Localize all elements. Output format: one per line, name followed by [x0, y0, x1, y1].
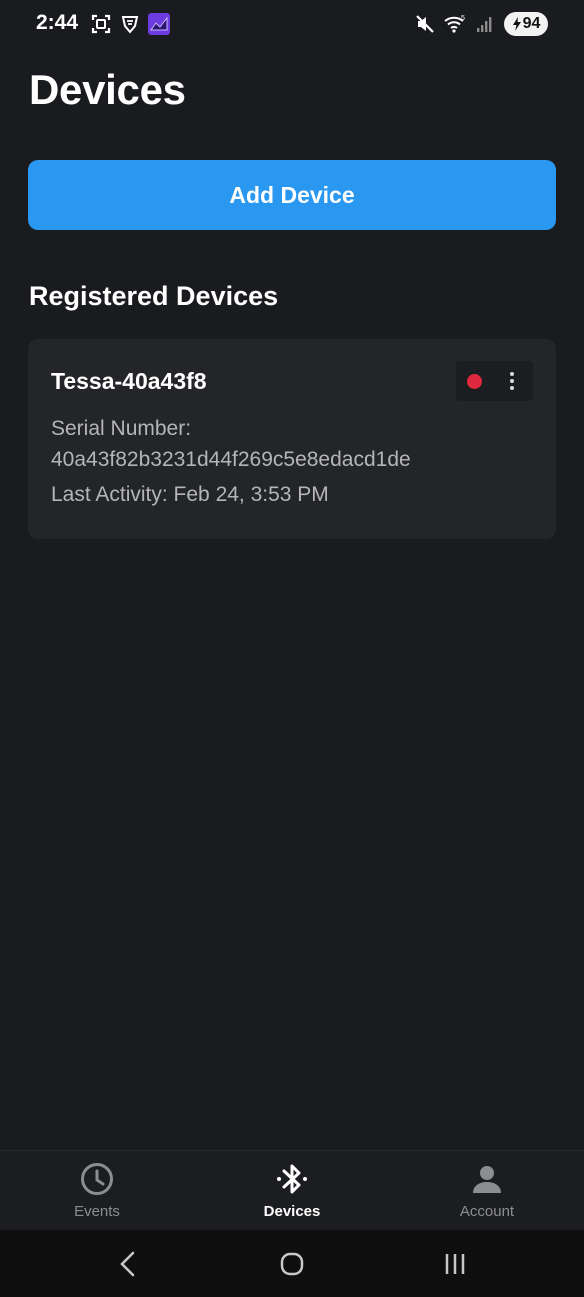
status-right-icons: 5 94	[414, 12, 548, 36]
recents-icon[interactable]	[435, 1248, 475, 1280]
battery-charging-icon	[512, 17, 521, 31]
battery-level: 94	[522, 15, 541, 32]
wifi-icon: 5	[444, 13, 466, 35]
device-card-actions	[456, 361, 533, 401]
battery-indicator: 94	[504, 12, 548, 36]
nav-item-account[interactable]: Account	[390, 1151, 584, 1231]
nav-label-account: Account	[459, 1203, 515, 1220]
nav-label-devices: Devices	[263, 1203, 321, 1220]
registered-devices-heading: Registered Devices	[29, 281, 279, 311]
status-time: 2:44	[36, 11, 79, 34]
bluetooth-icon	[274, 1161, 310, 1197]
device-card[interactable]: Tessa-40a43f8 Serial Number: 40a43f82b32…	[28, 339, 556, 539]
serial-number-label: Serial Number:	[51, 417, 192, 440]
home-icon[interactable]	[272, 1248, 312, 1280]
status-left-icons	[90, 13, 170, 35]
clock-icon	[79, 1161, 115, 1197]
app-chart-icon	[148, 13, 170, 35]
last-activity: Last Activity: Feb 24, 3:53 PM	[51, 483, 329, 506]
svg-text:5: 5	[461, 15, 465, 22]
more-options-icon[interactable]	[503, 369, 521, 393]
page-title: Devices	[29, 66, 186, 113]
screenshot-icon	[90, 13, 112, 35]
nav-label-events: Events	[74, 1203, 120, 1220]
vpn-shield-icon	[119, 13, 141, 35]
mute-icon	[414, 13, 436, 35]
device-name: Tessa-40a43f8	[51, 368, 207, 394]
signal-icon	[474, 13, 496, 35]
nav-item-devices[interactable]: Devices	[195, 1151, 389, 1231]
nav-item-events[interactable]: Events	[0, 1151, 194, 1231]
serial-number-value: 40a43f82b3231d44f269c5e8edacd1de	[51, 448, 411, 471]
bottom-nav: Events Devices Account	[0, 1150, 584, 1230]
system-nav-bar	[0, 1230, 584, 1297]
device-status-dot	[467, 374, 482, 389]
back-icon[interactable]	[108, 1248, 148, 1280]
status-bar: 2:44 5 94	[0, 0, 584, 50]
person-icon	[469, 1161, 505, 1197]
add-device-button[interactable]: Add Device	[28, 160, 556, 230]
